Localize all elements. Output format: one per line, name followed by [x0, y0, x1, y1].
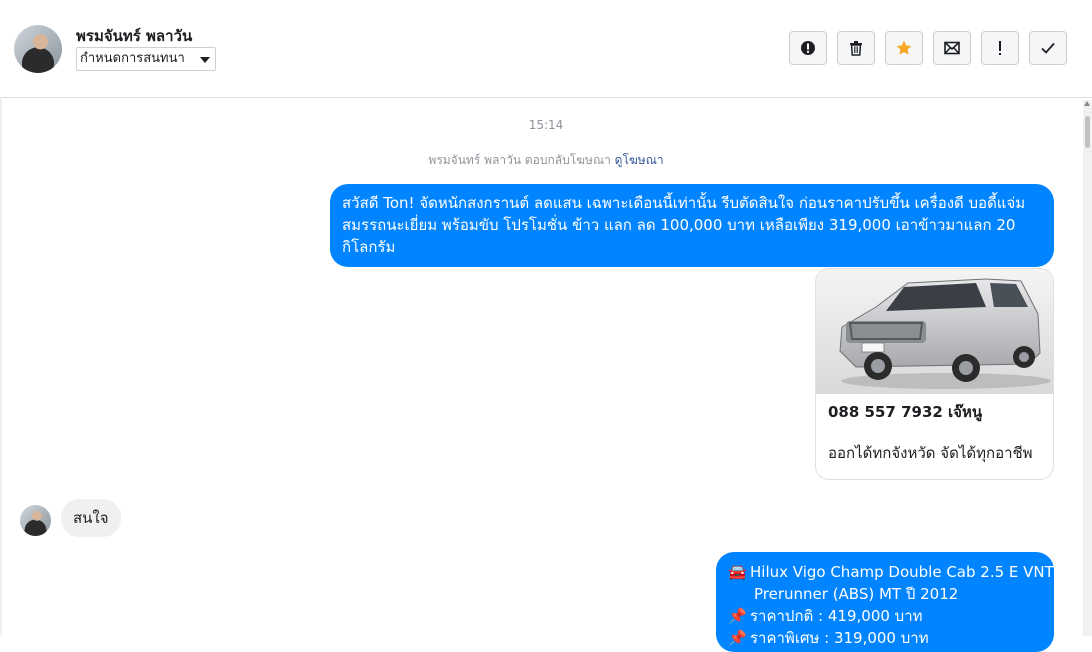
- message-line-text: ราคาปกติ : 419,000 บาท: [750, 607, 923, 625]
- message-line-text: Hilux Vigo Champ Double Cab 2.5 E VNT: [750, 563, 1054, 581]
- contact-avatar[interactable]: [14, 25, 62, 73]
- pushpin-emoji-icon: 📌: [728, 629, 747, 647]
- message-line: 📌 ราคาปกติ : 419,000 บาท: [728, 605, 1042, 627]
- pushpin-emoji-icon: 📌: [728, 607, 747, 625]
- truck-image: [816, 269, 1053, 394]
- star-icon: [896, 40, 912, 55]
- message-line-text: Prerunner (ABS) MT ปี 2012: [754, 585, 959, 603]
- sender-avatar: [20, 505, 51, 536]
- message-line: 🚘 Hilux Vigo Champ Double Cab 2.5 E VNT: [728, 561, 1054, 583]
- assign-conversation-label: กำหนดการสนทนา: [80, 51, 185, 66]
- message-line: 📌 ราคาพิเศษ : 319,000 บาท: [728, 627, 1042, 649]
- scrollbar[interactable]: [1083, 100, 1092, 636]
- ad-card-title: 088 557 7932 เจ๊หนู: [828, 403, 983, 421]
- check-icon: [1041, 42, 1055, 54]
- view-ad-link[interactable]: ดูโฆษณา: [615, 153, 664, 167]
- exclamation-icon: [999, 41, 1001, 55]
- done-button[interactable]: [1029, 31, 1067, 65]
- car-emoji-icon: 🚘: [728, 563, 747, 581]
- outgoing-message: 🚘 Hilux Vigo Champ Double Cab 2.5 E VNT P…: [716, 552, 1054, 652]
- assign-conversation-dropdown[interactable]: กำหนดการสนทนา: [76, 47, 216, 71]
- delete-button[interactable]: [837, 31, 875, 65]
- conversation-header: พรมจันทร์ พลาวัน กำหนดการสนทนา: [0, 0, 1092, 98]
- incoming-message: สนใจ: [61, 499, 121, 537]
- outgoing-message: สวัสดี Ton! จัดหนักสงกรานต์ ลดแสน เฉพาะเ…: [330, 184, 1054, 267]
- mark-unread-button[interactable]: [933, 31, 971, 65]
- message-line-text: ราคาพิเศษ : 319,000 บาท: [750, 629, 929, 647]
- ad-reply-notice: พรมจันทร์ พลาวัน ตอบกลับโฆษณา ดูโฆษณา: [0, 151, 1092, 170]
- trash-icon: [850, 41, 862, 56]
- alert-circle-icon: [801, 41, 815, 55]
- message-timestamp: 15:14: [528, 118, 564, 132]
- caret-down-icon: [200, 57, 210, 63]
- important-button[interactable]: [981, 31, 1019, 65]
- spam-button[interactable]: [789, 31, 827, 65]
- ad-card[interactable]: 088 557 7932 เจ๊หนู ออกได้ทกจังหวัด จัดไ…: [815, 268, 1054, 480]
- star-button[interactable]: [885, 31, 923, 65]
- ad-card-subtitle: ออกได้ทกจังหวัด จัดได้ทุกอาชีพ: [828, 444, 1033, 462]
- contact-name[interactable]: พรมจันทร์ พลาวัน: [76, 24, 192, 48]
- scroll-up-arrow-icon[interactable]: [1084, 101, 1090, 106]
- envelope-icon: [944, 41, 960, 55]
- divider: [0, 97, 2, 636]
- ad-reply-text: พรมจันทร์ พลาวัน ตอบกลับโฆษณา: [428, 153, 611, 167]
